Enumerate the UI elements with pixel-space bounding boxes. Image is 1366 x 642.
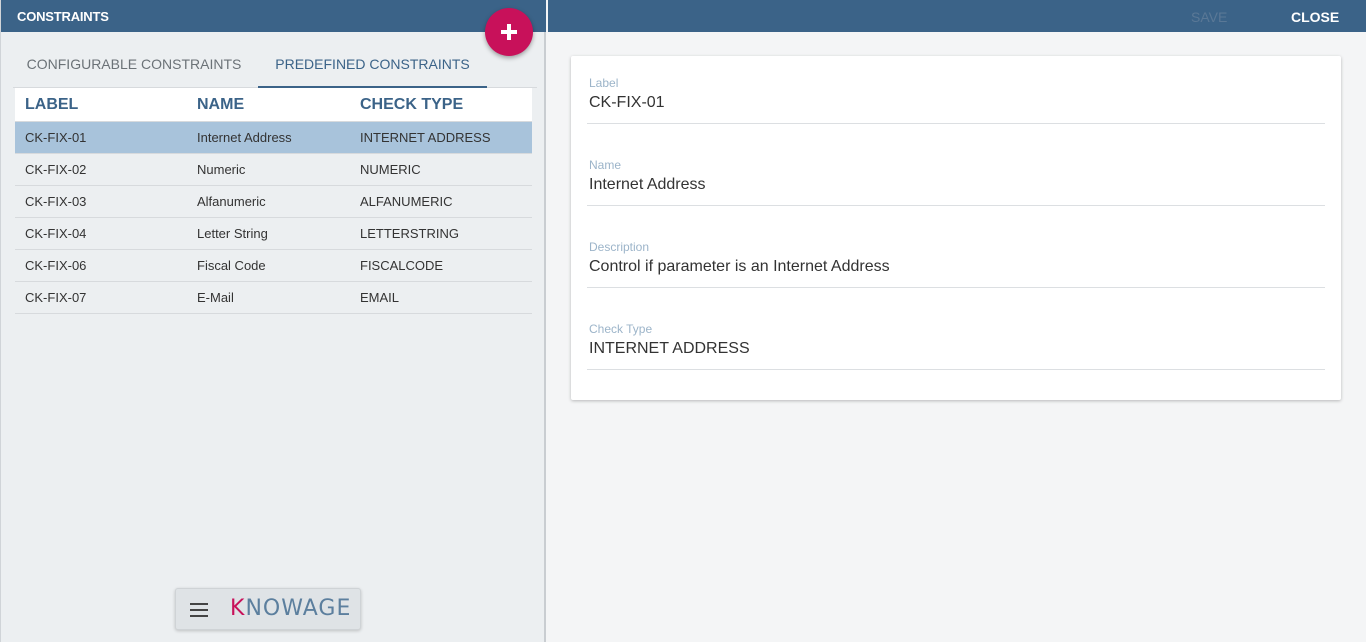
constraint-detail-card: Label CK-FIX-01 Name Internet Address De… <box>571 56 1341 400</box>
cell-name: Numeric <box>197 162 246 177</box>
tab-configurable-constraints[interactable]: CONFIGURABLE CONSTRAINTS <box>13 40 255 88</box>
label-field[interactable]: Label CK-FIX-01 <box>587 76 1325 140</box>
cell-check-type: LETTERSTRING <box>360 226 459 241</box>
cell-check-type: ALFANUMERIC <box>360 194 453 209</box>
cell-label: CK-FIX-02 <box>25 162 87 177</box>
knowage-menu-bar: KNOWAGE <box>175 588 361 630</box>
cell-check-type: NUMERIC <box>360 162 421 177</box>
table-row[interactable]: CK-FIX-01 Internet Address INTERNET ADDR… <box>15 122 532 154</box>
field-underline <box>587 287 1325 288</box>
cell-label: CK-FIX-07 <box>25 290 87 305</box>
list-toolbar: CONSTRAINTS <box>1 0 546 32</box>
cell-label: CK-FIX-01 <box>25 130 87 145</box>
cell-check-type: INTERNET ADDRESS <box>360 130 491 145</box>
plus-icon <box>501 24 517 40</box>
cell-name: Letter String <box>197 226 268 241</box>
constraints-list-panel: CONSTRAINTS CONFIGURABLE CONSTRAINTS PRE… <box>0 0 546 642</box>
detail-toolbar: SAVE CLOSE <box>548 0 1366 32</box>
field-value[interactable]: Internet Address <box>589 176 706 194</box>
constraints-tabs: CONFIGURABLE CONSTRAINTS PREDEFINED CONS… <box>13 40 537 88</box>
hamburger-menu-icon[interactable] <box>190 603 208 617</box>
constraints-table: LABEL NAME CHECK TYPE CK-FIX-01 Internet… <box>15 88 532 314</box>
field-value[interactable]: INTERNET ADDRESS <box>589 340 750 358</box>
field-caption: Description <box>589 240 650 254</box>
cell-name: Alfanumeric <box>197 194 266 209</box>
cell-check-type: EMAIL <box>360 290 400 305</box>
field-caption: Name <box>589 158 622 172</box>
table-header: LABEL NAME CHECK TYPE <box>15 88 532 122</box>
cell-label: CK-FIX-06 <box>25 258 87 273</box>
check-type-field[interactable]: Check Type INTERNET ADDRESS <box>587 322 1325 386</box>
table-row[interactable]: CK-FIX-03 Alfanumeric ALFANUMERIC <box>15 186 532 218</box>
list-title: CONSTRAINTS <box>17 9 109 24</box>
column-header-name[interactable]: NAME <box>197 96 244 114</box>
cell-name: Fiscal Code <box>197 258 266 273</box>
tab-predefined-constraints[interactable]: PREDEFINED CONSTRAINTS <box>258 40 487 88</box>
cell-name: E-Mail <box>197 290 234 305</box>
table-row[interactable]: CK-FIX-04 Letter String LETTERSTRING <box>15 218 532 250</box>
name-field[interactable]: Name Internet Address <box>587 158 1325 222</box>
field-caption: Check Type <box>589 322 653 336</box>
add-constraint-button[interactable] <box>485 8 533 56</box>
field-caption: Label <box>589 76 619 90</box>
table-row[interactable]: CK-FIX-02 Numeric NUMERIC <box>15 154 532 186</box>
field-value[interactable]: Control if parameter is an Internet Addr… <box>589 258 890 276</box>
cell-check-type: FISCALCODE <box>360 258 444 273</box>
save-button[interactable]: SAVE <box>1191 9 1227 25</box>
column-header-check-type[interactable]: CHECK TYPE <box>360 96 463 114</box>
cell-label: CK-FIX-04 <box>25 226 87 241</box>
field-underline <box>587 123 1325 124</box>
cell-name: Internet Address <box>197 130 292 145</box>
table-row[interactable]: CK-FIX-07 E-Mail EMAIL <box>15 282 532 314</box>
cell-label: CK-FIX-03 <box>25 194 87 209</box>
table-row[interactable]: CK-FIX-06 Fiscal Code FISCALCODE <box>15 250 532 282</box>
field-underline <box>587 205 1325 206</box>
column-header-label[interactable]: LABEL <box>25 96 78 114</box>
knowage-logo: KNOWAGE <box>230 596 352 621</box>
field-value[interactable]: CK-FIX-01 <box>589 94 665 112</box>
description-field[interactable]: Description Control if parameter is an I… <box>587 240 1325 304</box>
field-underline <box>587 369 1325 370</box>
close-button[interactable]: CLOSE <box>1291 9 1339 25</box>
